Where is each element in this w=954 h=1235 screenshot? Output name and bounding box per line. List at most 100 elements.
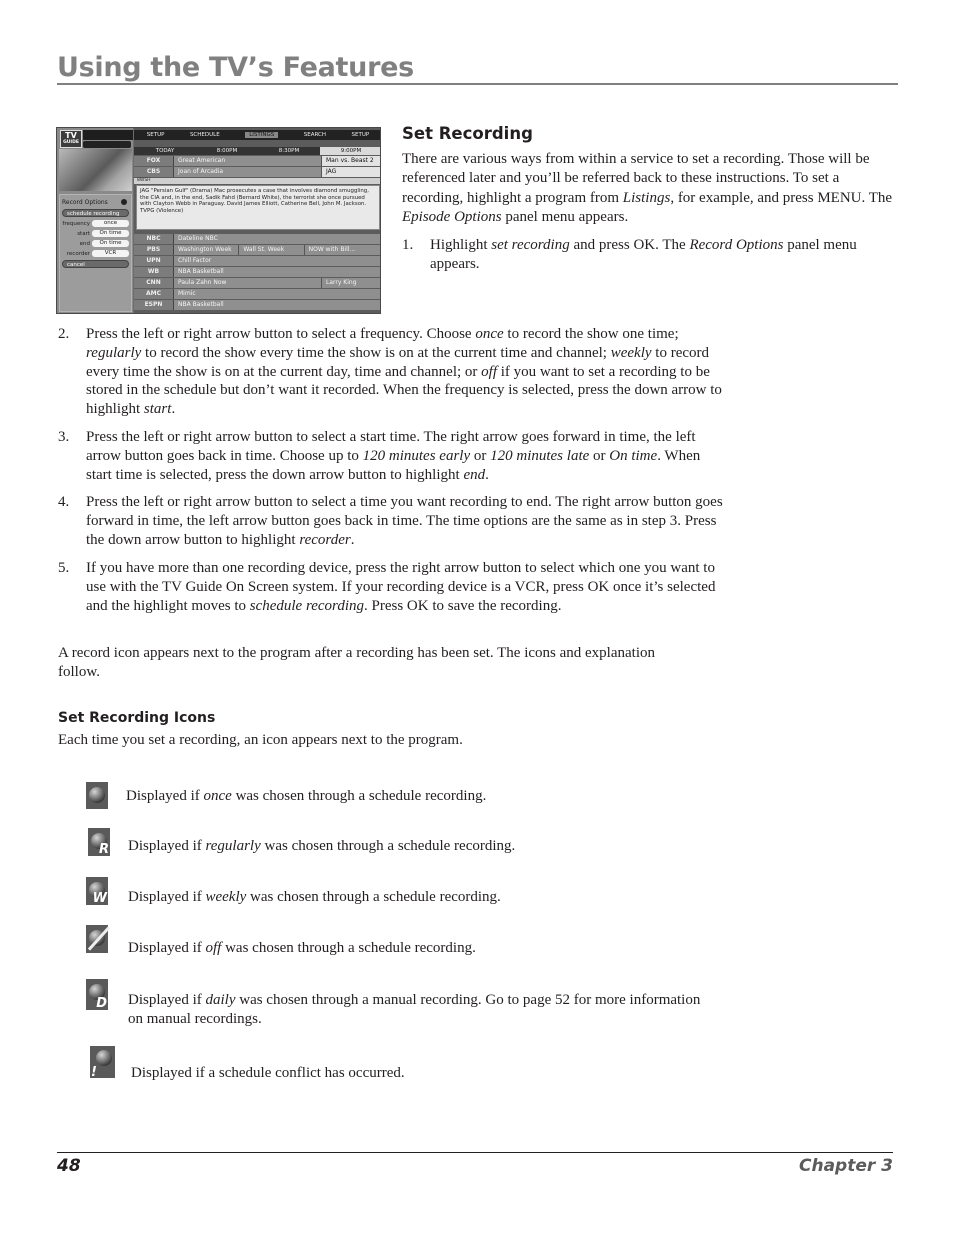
schedule-recording-button[interactable]: schedule recording <box>62 209 129 217</box>
program-cell[interactable]: Washington Week <box>174 245 240 255</box>
step-number: 2. <box>58 326 70 342</box>
icon-item-off: Displayed if off was chosen through a sc… <box>86 925 476 958</box>
option-label: recorder <box>66 250 90 257</box>
listing-row[interactable]: CNN Paula Zahn Now Larry King <box>134 278 380 288</box>
program-cell[interactable]: NBA Basketball <box>174 267 380 277</box>
channel-logo: WB <box>134 267 174 277</box>
after-steps-paragraph: A record icon appears next to the progra… <box>58 645 655 680</box>
tv-menu-item-setup[interactable]: SETUP <box>147 132 165 138</box>
tv-menu-bar: SETUP SCHEDULE LISTINGS SEARCH SETUP <box>134 130 380 140</box>
program-cell[interactable]: Wall St. Week <box>239 245 305 255</box>
record-regularly-icon: R <box>88 828 110 856</box>
icon-item-regularly: R Displayed if regularly was chosen thro… <box>88 828 515 856</box>
video-preview <box>59 149 132 191</box>
cancel-button[interactable]: cancel <box>62 260 129 268</box>
channel-logo: FOX <box>134 156 174 166</box>
program-cell[interactable]: Great American <box>174 156 322 166</box>
option-value[interactable]: once <box>92 220 129 227</box>
channel-logo: ESPN <box>134 300 174 310</box>
program-cell[interactable]: JAG <box>322 167 380 177</box>
step-number: 3. <box>58 429 70 445</box>
option-label: end <box>79 240 90 247</box>
record-off-icon <box>86 925 111 953</box>
step-text: Press the left or right arrow button to … <box>86 429 701 483</box>
listing-row[interactable]: AMC Mimic <box>134 289 380 299</box>
channel-logo: PBS <box>134 245 174 255</box>
icons-intro-paragraph: Each time you set a recording, an icon a… <box>58 732 463 748</box>
record-once-icon <box>86 782 108 809</box>
step-text: Highlight set recording and press OK. Th… <box>430 237 857 272</box>
program-cell[interactable]: Man vs. Beast 2 <box>322 156 380 166</box>
program-cell[interactable]: NOW with Bill... <box>304 245 380 255</box>
option-value[interactable]: On time <box>92 240 129 247</box>
step-number: 4. <box>58 494 70 510</box>
option-start[interactable]: start On time <box>62 230 129 237</box>
program-cell[interactable]: Chill Factor <box>174 256 380 266</box>
program-cell[interactable]: Larry King <box>322 278 380 288</box>
option-end[interactable]: end On time <box>62 240 129 247</box>
icon-description: Displayed if a schedule conflict has occ… <box>131 1065 405 1081</box>
option-value[interactable]: VCR <box>92 250 129 257</box>
logo-top-text: TV <box>65 131 77 140</box>
time-slot: 8:30PM <box>278 148 300 154</box>
tv-topbar-left <box>83 130 133 140</box>
option-recorder[interactable]: recorder VCR <box>62 250 129 257</box>
footer-divider <box>57 1152 893 1153</box>
panel-title: Record Options <box>62 199 108 206</box>
page-title: Using the TV’s Features <box>57 52 898 85</box>
icon-description: Displayed if regularly was chosen throug… <box>128 838 516 854</box>
channel-logo: UPN <box>134 256 174 266</box>
tv-listings-pane: SETUP SCHEDULE LISTINGS SEARCH SETUP TODAY 8:… <box>134 128 380 313</box>
listing-row[interactable]: PBS Washington Week Wall St. Week NOW with … <box>134 245 380 255</box>
listing-row[interactable]: CBS Joan of Arcadia JAG <box>134 167 380 177</box>
option-frequency[interactable]: frequency once <box>62 220 129 227</box>
program-cell[interactable]: NBA Basketball <box>174 300 380 310</box>
tv-menu-item-schedule[interactable]: SCHEDULE <box>190 132 220 138</box>
listing-row[interactable]: UPN Chill Factor <box>134 256 380 266</box>
time-slot: 8:00PM <box>216 148 238 154</box>
icon-description: Displayed if weekly was chosen through a… <box>128 889 501 905</box>
listing-row[interactable]: FOX Great American Man vs. Beast 2 <box>134 156 380 166</box>
program-cell[interactable]: Dateline NBC <box>174 234 380 244</box>
page-number: 48 <box>57 1156 81 1176</box>
icon-description: Displayed if once was chosen through a s… <box>126 788 487 804</box>
step-text: If you have more than one recording devi… <box>86 560 716 614</box>
record-weekly-icon: W <box>86 877 108 905</box>
tv-guide-logo: TV GUIDE <box>60 130 82 148</box>
listing-row[interactable]: WB NBA Basketball <box>134 267 380 277</box>
chapter-label: Chapter 3 <box>798 1156 893 1176</box>
option-label: start <box>77 230 90 237</box>
record-options-panel: Record Options schedule recording freque… <box>59 194 132 312</box>
record-daily-icon: D <box>86 979 108 1010</box>
channel-logo: AMC <box>134 289 174 299</box>
tv-menu-item-search[interactable]: SEARCH <box>304 132 326 138</box>
program-description: JAG "Persian Gulf" (Drama) Mac prosecute… <box>136 185 380 230</box>
set-recording-heading: Set Recording <box>402 124 533 143</box>
program-cell[interactable]: Mimic <box>174 289 380 299</box>
tv-guide-screenshot: TV GUIDE Record Options schedule recordi… <box>56 127 381 314</box>
listing-row[interactable]: ESPN NBA Basketball <box>134 300 380 310</box>
step-number: 1. <box>402 237 414 253</box>
tv-left-pane: TV GUIDE Record Options schedule recordi… <box>57 128 133 313</box>
tv-menu-item-listings[interactable]: LISTINGS <box>245 132 279 138</box>
description-channel: 8WSH <box>134 178 380 184</box>
program-cell[interactable]: Paula Zahn Now <box>174 278 322 288</box>
tv-menu-item-setup[interactable]: SETUP <box>352 132 370 138</box>
channel-logo: CBS <box>134 167 174 177</box>
time-slot: 9:00PM <box>320 147 380 155</box>
tv-minibar <box>83 141 131 148</box>
listing-row[interactable]: NBC Dateline NBC <box>134 234 380 244</box>
option-label: frequency <box>62 220 90 227</box>
info-icon <box>121 199 127 205</box>
logo-bottom-text: GUIDE <box>63 140 79 145</box>
step-text: Press the left or right arrow button to … <box>86 326 722 418</box>
icon-description: Displayed if daily was chosen through a … <box>128 992 701 1028</box>
intro-paragraph: There are various ways from within a ser… <box>402 151 893 226</box>
set-recording-icons-heading: Set Recording Icons <box>58 710 216 726</box>
channel-logo: CNN <box>134 278 174 288</box>
option-value[interactable]: On time <box>92 230 129 237</box>
program-cell[interactable]: Joan of Arcadia <box>174 167 322 177</box>
time-header: TODAY 8:00PM 8:30PM 9:00PM <box>134 147 380 155</box>
time-slot: TODAY <box>155 148 175 154</box>
icon-item-weekly: W Displayed if weekly was chosen through… <box>86 877 501 907</box>
